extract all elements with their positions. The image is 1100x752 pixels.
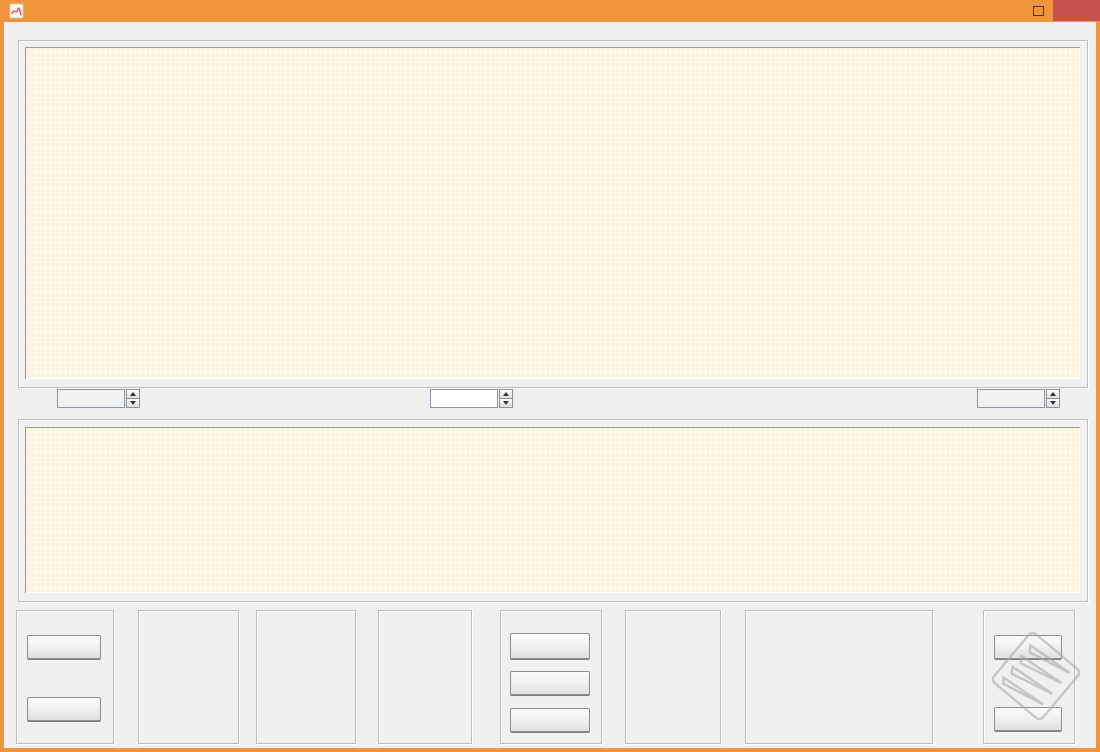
minimize-button[interactable] [994,0,1022,21]
close-button[interactable] [1053,0,1100,21]
achieved-group [745,610,933,744]
frequency-response-chart [25,47,1080,379]
f-max-spin-down-icon[interactable] [1046,398,1060,408]
help-quit-group [983,610,1075,744]
filter-coefficients-group [18,419,1088,602]
f-min-spinbox [57,389,140,408]
frequency-response-group [18,40,1088,388]
cursor-freq-spinbox [430,389,513,408]
impulse-response-chart [25,427,1080,593]
file-group [16,610,114,744]
specifications-group [378,610,472,744]
app-window [0,0,1100,752]
quit-button[interactable] [994,707,1062,731]
filter-editor-button[interactable] [510,671,590,695]
f-max-spinbox [977,389,1060,408]
frequency-response-plot[interactable] [25,47,1080,379]
specifications-fields [385,611,464,623]
f-max-input[interactable] [977,389,1045,408]
cursor-freq-spin-up-icon[interactable] [499,389,513,398]
process-group [500,610,602,744]
frequency-controls-row [4,388,1096,412]
f-max-spin-up-icon[interactable] [1046,389,1060,398]
maximize-button[interactable] [1024,0,1052,21]
f-min-spin-up-icon[interactable] [126,389,140,398]
save-button[interactable] [27,697,101,721]
maximize-icon [1033,6,1044,16]
create-button[interactable] [510,633,590,659]
fir-type-group [138,610,239,744]
frequencies-fields [263,611,348,623]
help-button[interactable] [994,635,1062,659]
bottom-panel [4,605,1096,748]
f-min-spin-down-icon[interactable] [126,398,140,408]
load-button[interactable] [27,635,101,659]
cursor-freq-spin-down-icon[interactable] [499,398,513,408]
app-icon [9,3,25,19]
achieved-col1 [752,611,834,623]
title-bar [0,0,1100,22]
analyze-button[interactable] [510,708,590,732]
coef-format-group [625,610,721,744]
frequencies-group [256,610,356,744]
window-content [4,22,1096,748]
achieved-col2 [842,611,924,623]
f-min-input[interactable] [57,389,125,408]
impulse-response-plot [25,427,1080,593]
cursor-freq-input[interactable] [430,389,498,408]
